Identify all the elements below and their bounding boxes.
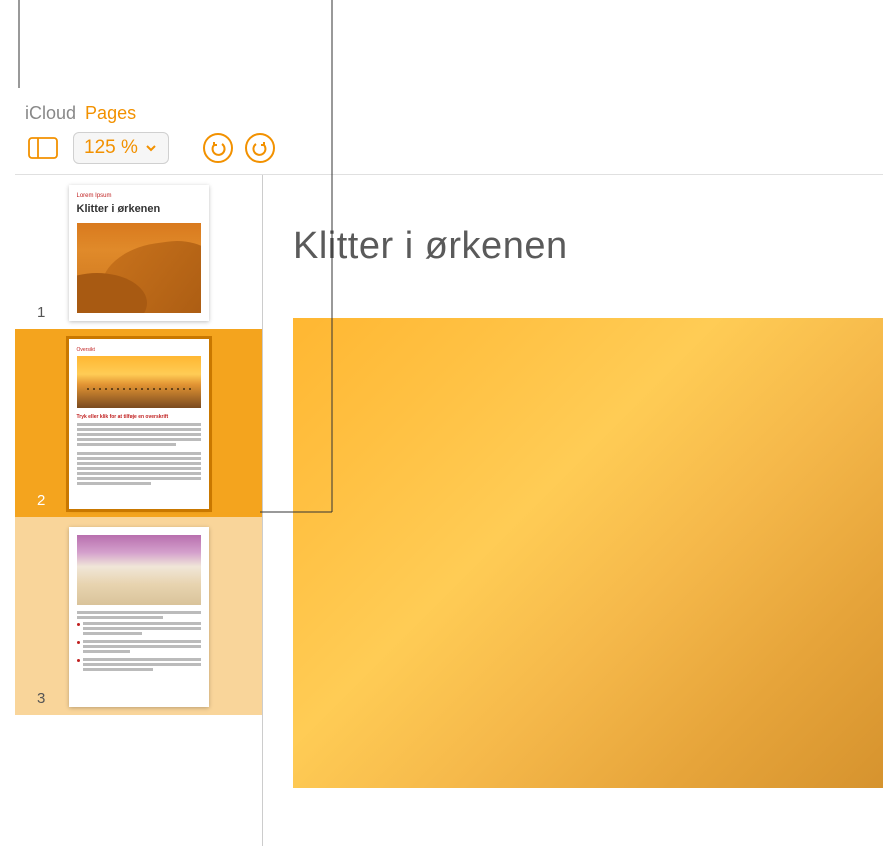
thumbnail-sidebar[interactable]: Lorem Ipsum Klitter i ørkenen 1 Oversikt… <box>15 175 263 846</box>
thumbnail-content: Lorem Ipsum Klitter i ørkenen <box>69 185 209 321</box>
view-panel-icon <box>28 137 58 159</box>
breadcrumb: iCloud Pages <box>15 95 883 126</box>
workspace: Lorem Ipsum Klitter i ørkenen 1 Oversikt… <box>15 175 883 846</box>
breadcrumb-app[interactable]: iCloud <box>25 103 76 123</box>
document-title[interactable]: Klitter i ørkenen <box>293 225 883 268</box>
thumbnail-content: Oversikt Tryk eller klik for at tilføje … <box>69 339 209 509</box>
page-number: 2 <box>37 492 45 509</box>
document-canvas[interactable]: Klitter i ørkenen <box>263 175 883 846</box>
page-thumbnail[interactable]: Oversikt Tryk eller klik for at tilføje … <box>15 329 262 517</box>
page-thumbnail[interactable]: 3 <box>15 517 262 715</box>
toolbar: 125 % <box>15 126 883 175</box>
page-number: 3 <box>37 690 45 707</box>
page-number: 1 <box>37 304 45 321</box>
thumbnail-subheading: Lorem Ipsum <box>77 193 201 199</box>
thumbnail-image <box>77 223 201 313</box>
thumbnail-heading: Klitter i ørkenen <box>77 203 201 215</box>
undo-button[interactable] <box>203 133 233 163</box>
app-window: iCloud Pages 125 % <box>15 95 883 846</box>
view-panel-button[interactable] <box>25 133 61 163</box>
thumbnail-image <box>77 356 201 408</box>
thumbnail-image <box>77 535 201 605</box>
page-thumbnail[interactable]: Lorem Ipsum Klitter i ørkenen 1 <box>15 175 262 329</box>
undo-icon <box>209 139 227 157</box>
chevron-down-icon <box>144 141 158 155</box>
breadcrumb-module[interactable]: Pages <box>85 103 136 123</box>
thumbnail-content <box>69 527 209 707</box>
redo-button[interactable] <box>245 133 275 163</box>
thumbnail-caption: Tryk eller klik for at tilføje en oversk… <box>77 414 201 420</box>
document-hero-image[interactable] <box>293 318 883 788</box>
zoom-dropdown[interactable]: 125 % <box>73 132 169 164</box>
redo-icon <box>251 139 269 157</box>
thumbnail-section: Oversikt <box>77 347 201 353</box>
zoom-value: 125 % <box>84 137 138 159</box>
